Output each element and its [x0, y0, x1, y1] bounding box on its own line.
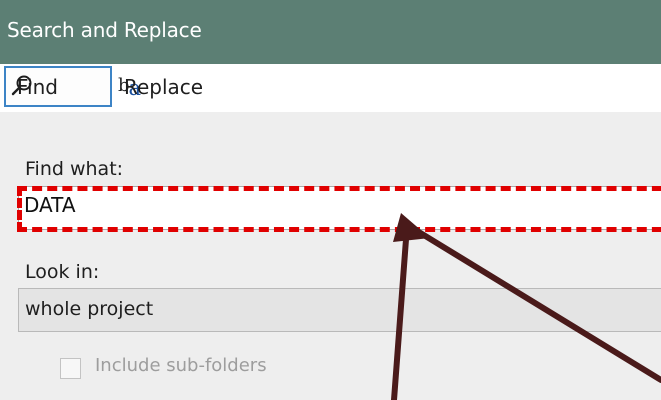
look-in-select[interactable]: whole project [18, 288, 661, 332]
find-tab-label: Find [17, 74, 58, 99]
look-in-label: Look in: [25, 261, 100, 283]
window-title: Search and Replace [7, 18, 202, 42]
find-what-label: Find what: [25, 158, 124, 180]
find-tab[interactable]: Find [4, 66, 112, 107]
find-what-input[interactable]: DATA [18, 186, 661, 230]
include-subfolders-label: Include sub-folders [95, 355, 267, 376]
window-titlebar: Search and Replace [0, 0, 661, 64]
toolbar: Find ba Replace [0, 64, 661, 112]
include-subfolders-checkbox[interactable] [60, 358, 81, 379]
replace-tab-label: Replace [124, 75, 204, 99]
replace-tab[interactable]: ba Replace [118, 68, 203, 106]
